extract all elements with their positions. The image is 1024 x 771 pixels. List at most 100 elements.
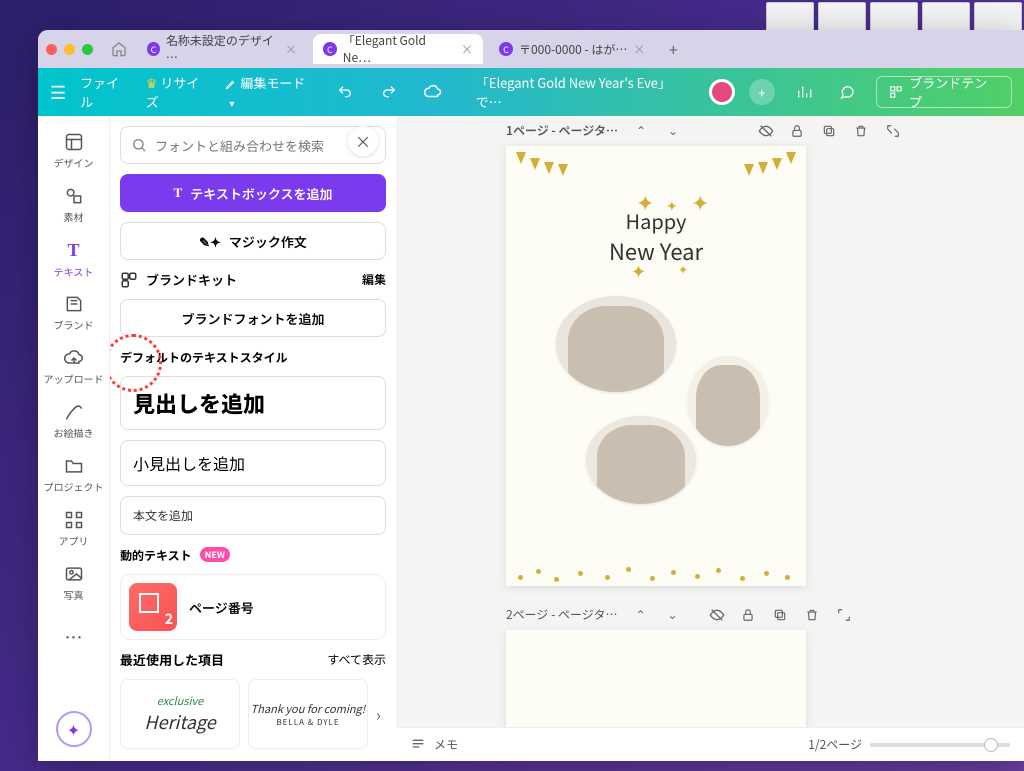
brand-kit-row: ブランドキット 編集 bbox=[120, 270, 386, 289]
app-topbar: ☰ ファイル ♛ リサイズ 編集モード 「Elegant Gold New Ye… bbox=[38, 68, 1024, 116]
zoom-handle[interactable] bbox=[984, 738, 998, 752]
close-icon[interactable]: × bbox=[633, 41, 645, 58]
eye-off-icon[interactable] bbox=[758, 123, 776, 139]
rail-design[interactable]: デザイン bbox=[42, 126, 106, 176]
rail-more[interactable]: ⋯ bbox=[42, 612, 106, 662]
tab-label: 名称未設定のデザイ … bbox=[166, 32, 279, 66]
bottom-bar: メモ 1/2ページ bbox=[396, 727, 1024, 761]
tab-2[interactable]: C〒000-0000 - はが… × bbox=[489, 34, 655, 64]
chevron-right-icon[interactable]: › bbox=[376, 702, 381, 726]
brand-kit-label: ブランドキット bbox=[146, 270, 354, 289]
rail-elements[interactable]: 素材 bbox=[42, 180, 106, 230]
rail-text[interactable]: Tテキスト bbox=[42, 234, 106, 284]
photo-oval-3[interactable] bbox=[586, 416, 696, 504]
brand-kit-edit[interactable]: 編集 bbox=[362, 271, 386, 288]
trash-icon[interactable] bbox=[854, 124, 872, 138]
chevron-down-icon[interactable]: ⌄ bbox=[663, 606, 681, 623]
lock-icon[interactable] bbox=[790, 124, 808, 138]
trash-icon[interactable] bbox=[805, 608, 823, 622]
notes-label[interactable]: メモ bbox=[434, 736, 458, 753]
os-window-thumbnails bbox=[764, 0, 1024, 34]
photo-oval-1[interactable] bbox=[556, 296, 676, 392]
menu-file[interactable]: ファイル bbox=[80, 73, 132, 111]
redo-button[interactable] bbox=[374, 77, 404, 107]
page-number-item[interactable]: ページ番号 bbox=[120, 574, 386, 640]
page1-title[interactable]: 1ページ - ページタ… bbox=[506, 122, 618, 139]
brand-kit-icon bbox=[120, 271, 138, 289]
eye-off-icon[interactable] bbox=[709, 607, 727, 623]
brand-templates-button[interactable]: ブランドテンプ bbox=[876, 76, 1012, 108]
notes-icon[interactable] bbox=[410, 737, 426, 753]
zoom-slider[interactable] bbox=[870, 743, 1010, 747]
menu-edit-mode[interactable]: 編集モード bbox=[225, 73, 316, 111]
page2-title[interactable]: 2ページ - ページタ… bbox=[506, 606, 617, 623]
add-textbox-button[interactable]: T テキストボックスを追加 bbox=[120, 174, 386, 212]
expand-icon[interactable] bbox=[886, 124, 904, 138]
avatar[interactable] bbox=[709, 79, 735, 105]
design-page-1[interactable]: ✦ ✦ ✦ ✦ ✦ Happy New Year bbox=[506, 146, 806, 586]
magic-button[interactable]: ✦ bbox=[56, 711, 92, 747]
tab-label: 〒000-0000 - はが… bbox=[519, 41, 627, 58]
rail-photo[interactable]: 写真 bbox=[42, 558, 106, 608]
duplicate-icon[interactable] bbox=[773, 608, 791, 622]
bunting-decor bbox=[506, 146, 806, 186]
rail-upload[interactable]: アップロード bbox=[42, 342, 106, 392]
chevron-up-icon[interactable]: ⌃ bbox=[632, 122, 650, 139]
crown-icon: ♛ bbox=[146, 73, 158, 92]
comment-icon[interactable] bbox=[832, 77, 862, 107]
confetti-decor bbox=[506, 562, 806, 586]
add-heading-button[interactable]: 見出しを追加 bbox=[120, 376, 386, 430]
rail-project[interactable]: プロジェクト bbox=[42, 450, 106, 500]
undo-button[interactable] bbox=[331, 77, 361, 107]
doc-title[interactable]: 「Elegant Gold New Year's Eve」で… bbox=[476, 73, 695, 111]
text-icon: T bbox=[174, 185, 183, 201]
add-member-button[interactable]: + bbox=[749, 79, 775, 105]
add-subheading-button[interactable]: 小見出しを追加 bbox=[120, 440, 386, 486]
default-styles-title: デフォルトのテキストスタイル bbox=[120, 349, 386, 366]
rail-apps[interactable]: アプリ bbox=[42, 504, 106, 554]
home-button[interactable] bbox=[107, 37, 131, 61]
add-brand-font-button[interactable]: ブランドフォントを追加 bbox=[120, 299, 386, 337]
chevron-up-icon[interactable]: ⌃ bbox=[631, 606, 649, 623]
tab-label: 「Elegant Gold Ne… bbox=[343, 32, 455, 66]
cloud-upload-icon bbox=[64, 348, 84, 368]
cloud-sync-icon[interactable] bbox=[418, 77, 448, 107]
recent-item-2[interactable]: Thank you for coming! BELLA & DYLE bbox=[248, 679, 368, 749]
duplicate-icon[interactable] bbox=[822, 124, 840, 138]
sparkle-pen-icon: ✎✦ bbox=[199, 232, 221, 251]
font-search[interactable] bbox=[120, 126, 386, 164]
rail-brand[interactable]: ブランド bbox=[42, 288, 106, 338]
menu-resize[interactable]: ♛ リサイズ bbox=[146, 73, 212, 111]
page2-toolbar: 2ページ - ページタ… ⌃ ⌄ bbox=[506, 606, 904, 623]
traffic-lights[interactable] bbox=[46, 44, 93, 55]
show-all-link[interactable]: すべて表示 bbox=[327, 651, 386, 668]
main-area: デザイン 素材 Tテキスト ブランド アップロード お絵描き プロジェクト アプ… bbox=[38, 116, 1024, 761]
rail-draw[interactable]: お絵描き bbox=[42, 396, 106, 446]
chevron-down-icon[interactable]: ⌄ bbox=[664, 122, 682, 139]
tab-1[interactable]: C「Elegant Gold Ne…× bbox=[313, 34, 483, 64]
hamburger-icon[interactable]: ☰ bbox=[50, 79, 66, 105]
dynamic-text-header: 動的テキスト NEW bbox=[120, 545, 386, 564]
expand-icon[interactable] bbox=[837, 608, 855, 622]
lock-icon[interactable] bbox=[741, 608, 759, 622]
close-icon[interactable]: × bbox=[461, 41, 473, 58]
photo-oval-2[interactable] bbox=[688, 356, 768, 446]
close-panel-button[interactable]: × bbox=[348, 126, 378, 156]
left-rail: デザイン 素材 Tテキスト ブランド アップロード お絵描き プロジェクト アプ… bbox=[38, 116, 110, 761]
add-body-button[interactable]: 本文を追加 bbox=[120, 496, 386, 535]
magic-write-button[interactable]: ✎✦ マジック作文 bbox=[120, 222, 386, 260]
close-icon[interactable]: × bbox=[285, 41, 297, 58]
recent-item-1[interactable]: exclusive Heritage bbox=[120, 679, 240, 749]
design-page-2[interactable] bbox=[506, 630, 806, 730]
pencil-icon bbox=[64, 402, 84, 422]
recent-header: 最近使用した項目 すべて表示 bbox=[120, 650, 386, 669]
recent-items: exclusive Heritage Thank you for coming!… bbox=[120, 679, 386, 749]
hny-text[interactable]: Happy New Year bbox=[506, 206, 806, 267]
analytics-icon[interactable] bbox=[789, 77, 819, 107]
new-tab-button[interactable]: + bbox=[661, 37, 685, 61]
page-counter[interactable]: 1/2ページ bbox=[808, 736, 862, 753]
search-input[interactable] bbox=[155, 136, 375, 155]
tab-0[interactable]: C名称未設定のデザイ …× bbox=[137, 34, 307, 64]
canvas-area[interactable]: 1ページ - ページタ… ⌃ ⌄ ✦ ✦ ✦ ✦ ✦ bbox=[396, 116, 1024, 761]
text-panel: T テキストボックスを追加 ✎✦ マジック作文 ブランドキット 編集 ブランドフ… bbox=[110, 116, 396, 761]
